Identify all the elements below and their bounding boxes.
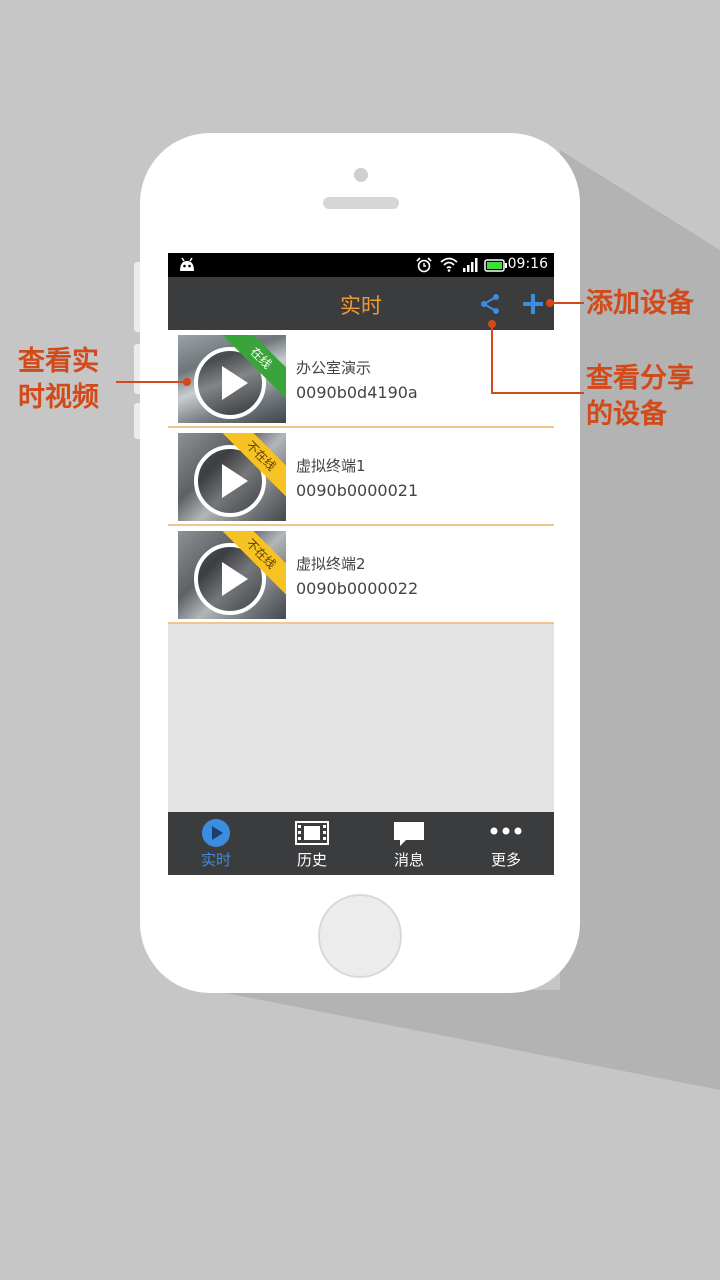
- device-row[interactable]: 在线 办公室演示 0090b0d4190a: [168, 330, 554, 428]
- callout-line: [491, 326, 493, 394]
- device-list: 在线 办公室演示 0090b0d4190a 不在线 虚拟终端1 0090b000…: [168, 330, 554, 624]
- callout-line: [116, 381, 186, 383]
- share-icon[interactable]: [479, 293, 501, 315]
- video-thumbnail[interactable]: 在线: [178, 335, 286, 423]
- annotation-shared-devices: 查看分享 的设备: [586, 361, 694, 433]
- tab-label: 更多: [490, 851, 521, 869]
- chat-bubble-icon: [394, 822, 424, 846]
- play-circle-icon: [202, 819, 230, 847]
- callout-dot: [183, 378, 191, 386]
- android-icon: [180, 257, 194, 271]
- add-device-icon[interactable]: [522, 293, 544, 315]
- tab-label: 消息: [393, 851, 424, 869]
- tab-label: 实时: [200, 851, 231, 869]
- bottom-tab-bar: 实时 历史 消息 更多: [168, 812, 554, 875]
- device-name: 虚拟终端1: [296, 457, 366, 475]
- annotation-add-device: 添加设备: [586, 286, 694, 322]
- annotation-line: 时视频: [18, 382, 99, 413]
- video-thumbnail[interactable]: 不在线: [178, 531, 286, 619]
- wifi-icon: [440, 257, 458, 272]
- signal-icon: [463, 258, 478, 272]
- tab-label: 历史: [296, 851, 327, 869]
- tab-history[interactable]: 历史: [264, 812, 360, 875]
- device-name: 虚拟终端2: [296, 555, 366, 573]
- tab-realtime[interactable]: 实时: [168, 812, 264, 875]
- app-screen: 09:16 实时 在线 办公室演示 0090b0d4190a 不在线 虚拟终端1…: [168, 253, 554, 875]
- device-serial: 0090b0d4190a: [296, 383, 418, 402]
- battery-icon: [484, 259, 507, 272]
- film-icon: [295, 821, 329, 845]
- app-header: 实时: [168, 277, 554, 330]
- device-serial: 0090b0000021: [296, 481, 419, 500]
- device-name: 办公室演示: [296, 359, 372, 377]
- callout-line: [491, 392, 584, 394]
- video-thumbnail[interactable]: 不在线: [178, 433, 286, 521]
- device-serial: 0090b0000022: [296, 579, 419, 598]
- annotation-line: 查看分享: [586, 363, 694, 394]
- device-row[interactable]: 不在线 虚拟终端2 0090b0000022: [168, 526, 554, 624]
- status-bar: 09:16: [168, 253, 554, 277]
- front-camera: [354, 168, 368, 182]
- alarm-icon: [416, 257, 432, 273]
- device-row[interactable]: 不在线 虚拟终端1 0090b0000021: [168, 428, 554, 526]
- status-time: 09:16: [507, 256, 548, 272]
- annotation-view-video: 查看实 时视频: [18, 344, 99, 416]
- more-dots-icon: [490, 827, 522, 835]
- annotation-line: 添加设备: [586, 288, 694, 319]
- annotation-line: 的设备: [586, 399, 667, 430]
- home-button[interactable]: [318, 894, 402, 978]
- annotation-line: 查看实: [18, 346, 99, 377]
- earpiece-speaker: [323, 197, 399, 209]
- tab-more[interactable]: 更多: [458, 812, 554, 875]
- tab-messages[interactable]: 消息: [361, 812, 457, 875]
- callout-line: [552, 302, 584, 304]
